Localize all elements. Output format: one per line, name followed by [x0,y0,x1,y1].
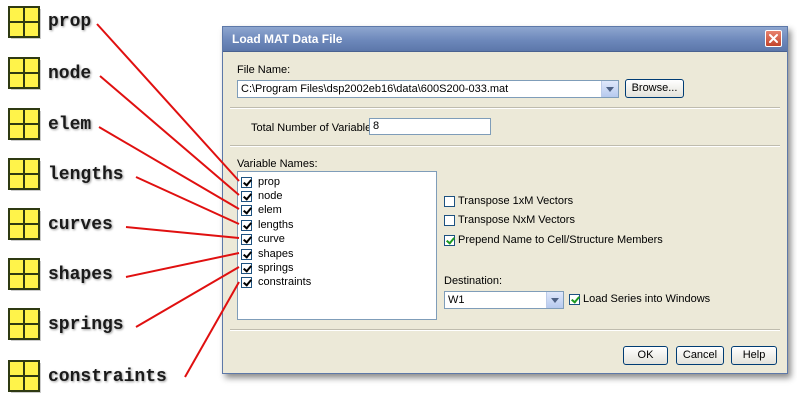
grid-icon [8,258,42,292]
transpose-nxm-label: Transpose NxM Vectors [458,214,575,226]
transpose-nxm-checkbox[interactable] [444,215,455,226]
total-vars-field[interactable]: 8 [369,118,491,135]
help-button[interactable]: Help [731,346,777,365]
dialog-title: Load MAT Data File [232,32,343,46]
grid-icon [8,360,42,394]
annotation-label-constraints: constraints [48,367,167,387]
separator [230,329,780,331]
annotation-label-curves: curves [48,215,113,235]
chevron-down-icon[interactable] [546,292,563,308]
annotation-label-shapes: shapes [48,265,113,285]
dialog-title-bar[interactable]: Load MAT Data File [223,27,787,52]
variable-label: lengths [258,219,294,231]
destination-label: Destination: [444,275,503,287]
grid-icon [8,57,42,91]
annotation-label-springs: springs [48,315,124,335]
variable-label: elem [258,204,282,216]
file-name-label: File Name: [237,64,291,76]
browse-button[interactable]: Browse... [625,79,684,98]
annotation-label-prop: prop [48,12,92,32]
grid-icon [8,208,42,242]
transpose-1xm-label: Transpose 1xM Vectors [458,195,574,207]
ok-button[interactable]: OK [623,346,668,365]
variable-checkbox[interactable] [241,249,252,260]
load-mat-dialog: Load MAT Data File File Name: C:\Program… [222,26,788,374]
close-button[interactable] [765,30,782,47]
close-icon [769,34,778,43]
separator [230,145,780,147]
annotation-label-node: node [48,64,92,84]
variable-label: node [258,190,283,202]
variable-checkbox[interactable] [241,277,252,288]
chevron-down-icon[interactable] [601,81,618,97]
variable-label: shapes [258,248,294,260]
file-path-value: C:\Program Files\dsp2002eb16\data\600S20… [241,83,509,95]
prepend-name-label: Prepend Name to Cell/Structure Members [458,234,663,246]
destination-value: W1 [448,294,465,306]
variable-checkbox[interactable] [241,263,252,274]
variable-checkbox[interactable] [241,191,252,202]
variable-checkbox[interactable] [241,177,252,188]
total-vars-label: Total Number of Variables: [251,122,380,134]
annotation-label-elem: elem [48,115,92,135]
cancel-button[interactable]: Cancel [676,346,724,365]
variable-checkbox[interactable] [241,205,252,216]
annotation-label-lengths: lengths [48,165,124,185]
separator [230,107,780,109]
load-series-label: Load Series into Windows [583,293,711,305]
transpose-1xm-checkbox[interactable] [444,196,455,207]
prepend-name-checkbox[interactable] [444,235,455,246]
variable-list[interactable]: prop node elem lengths curve shapes spri… [237,171,437,320]
grid-icon [8,108,42,142]
grid-icon [8,158,42,192]
variable-label: springs [258,262,294,274]
destination-combo[interactable]: W1 [444,291,564,309]
variable-checkbox[interactable] [241,234,252,245]
variable-checkbox[interactable] [241,220,252,231]
connector-line-prop [96,23,240,182]
variable-label: prop [258,176,281,188]
file-path-combo[interactable]: C:\Program Files\dsp2002eb16\data\600S20… [237,80,619,98]
load-series-checkbox[interactable] [569,294,580,305]
grid-icon [8,308,42,342]
variable-label: constraints [258,276,312,288]
grid-icon [8,6,42,40]
variable-label: curve [258,233,285,245]
variable-names-label: Variable Names: [237,158,318,170]
